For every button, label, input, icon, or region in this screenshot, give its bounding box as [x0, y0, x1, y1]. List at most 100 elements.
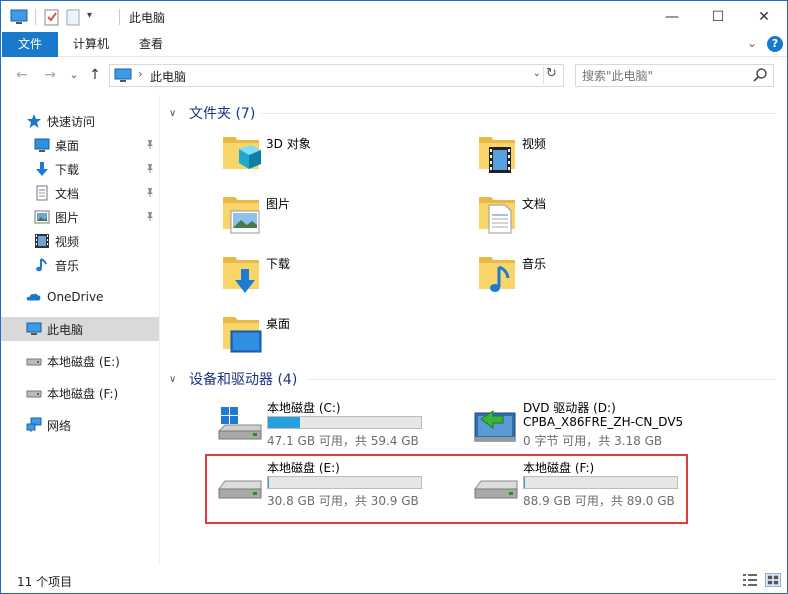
document-icon — [34, 185, 50, 201]
ribbon-collapse-icon[interactable]: ⌄ — [747, 36, 757, 52]
search-icon[interactable] — [752, 67, 768, 83]
search-input[interactable] — [582, 67, 742, 84]
folder-label: 3D 对象 — [266, 137, 311, 151]
folder-label: 图片 — [266, 197, 291, 211]
sidebar-item-pictures[interactable]: 图片 — [1, 205, 159, 229]
sidebar-item-label: 下载 — [55, 162, 80, 177]
details-view-icon[interactable] — [742, 573, 758, 587]
music-icon — [34, 257, 50, 273]
folder-downloads[interactable]: 下载 — [219, 251, 459, 303]
drive-volume-label: CPBA_X86FRE_ZH-CN_DV5 — [523, 415, 684, 429]
help-icon[interactable]: ? — [767, 36, 783, 52]
folder-desktop[interactable]: 桌面 — [219, 311, 459, 363]
maximize-button[interactable]: ☐ — [695, 1, 741, 32]
address-dropdown-icon[interactable]: ⌄ — [533, 68, 541, 79]
breadcrumb-this-pc[interactable]: 此电脑 — [150, 68, 186, 85]
navigation-bar: ← → ⌄ ↑ › 此电脑 ⌄ ↻ — [1, 57, 787, 95]
window-title: 此电脑 — [129, 11, 166, 25]
drive-usage-bar — [267, 416, 422, 429]
drive-name: 本地磁盘 (C:) — [267, 401, 341, 415]
drive-name: DVD 驱动器 (D:) — [523, 401, 616, 415]
new-folder-icon[interactable] — [66, 8, 80, 26]
drive-c[interactable]: 本地磁盘 (C:) 47.1 GB 可用，共 59.4 GB — [217, 399, 467, 453]
drive-usage-fill — [268, 417, 300, 428]
sidebar-item-music[interactable]: 音乐 — [1, 253, 159, 277]
computer-icon — [114, 68, 132, 82]
3d-objects-icon — [223, 137, 261, 169]
drive-icon — [26, 385, 42, 401]
sidebar-item-label: 网络 — [47, 418, 72, 433]
drive-space-text: 47.1 GB 可用，共 59.4 GB — [267, 434, 419, 448]
chevron-down-icon[interactable]: ∨ — [169, 374, 183, 385]
pin-icon[interactable] — [145, 139, 155, 152]
desktop-folder-icon — [223, 317, 262, 353]
folder-label: 桌面 — [266, 317, 291, 331]
documents-folder-icon — [479, 197, 515, 234]
cloud-icon — [26, 289, 42, 305]
folders-group-header[interactable]: ∨ 文件夹 (7) — [169, 103, 255, 123]
properties-icon[interactable] — [44, 8, 60, 26]
desktop-icon — [34, 137, 50, 153]
drives-group-header[interactable]: ∨ 设备和驱动器 (4) — [169, 369, 297, 389]
sidebar-item-label: 文档 — [55, 186, 80, 201]
tab-computer[interactable]: 计算机 — [61, 32, 121, 57]
search-box[interactable] — [575, 64, 774, 87]
folder-label: 文档 — [522, 197, 547, 211]
group-divider — [307, 379, 776, 380]
folder-music[interactable]: 音乐 — [475, 251, 715, 303]
folder-documents[interactable]: 文档 — [475, 191, 715, 243]
close-button[interactable]: ✕ — [741, 1, 787, 32]
quick-access-dropdown-icon[interactable]: ▾ — [87, 10, 92, 28]
tiles-view-icon[interactable] — [765, 573, 781, 587]
folder-3d-objects[interactable]: 3D 对象 — [219, 131, 459, 183]
pictures-folder-icon — [223, 197, 260, 234]
sidebar-item-label: 图片 — [55, 210, 80, 225]
dvd-drive-icon — [474, 410, 516, 442]
group-title: 设备和驱动器 (4) — [189, 372, 298, 388]
tab-file[interactable]: 文件 — [2, 32, 58, 57]
sidebar-item-desktop[interactable]: 桌面 — [1, 133, 159, 157]
status-bar: 11 个项目 — [1, 567, 787, 593]
pin-icon[interactable] — [145, 211, 155, 224]
quick-access-separator — [35, 9, 36, 25]
network-icon — [26, 417, 42, 433]
sidebar-item-network[interactable]: 网络 — [1, 413, 159, 437]
sidebar-item-label: 本地磁盘 (E:) — [47, 354, 120, 369]
computer-icon — [26, 321, 42, 337]
pin-icon[interactable] — [145, 163, 155, 176]
sidebar-item-drive-e[interactable]: 本地磁盘 (E:) — [1, 349, 159, 373]
sidebar-item-label: 音乐 — [55, 258, 80, 273]
explorer-window: ▾ 此电脑 — ☐ ✕ 文件 计算机 查看 ⌄ ? ← → ⌄ ↑ › 此电脑 … — [0, 0, 788, 594]
refresh-button[interactable]: ↻ — [543, 66, 559, 84]
address-bar[interactable]: › 此电脑 ⌄ ↻ — [109, 64, 564, 87]
chevron-down-icon[interactable]: ∨ — [169, 108, 183, 119]
downloads-folder-icon — [223, 257, 259, 293]
title-bar: ▾ 此电脑 — ☐ ✕ — [1, 1, 787, 32]
drive-d[interactable]: DVD 驱动器 (D:) CPBA_X86FRE_ZH-CN_DV5 0 字节 … — [473, 399, 723, 453]
forward-button[interactable]: → — [41, 66, 59, 84]
group-title: 文件夹 (7) — [189, 106, 256, 122]
recent-locations-button[interactable]: ⌄ — [65, 66, 83, 84]
up-button[interactable]: ↑ — [86, 66, 104, 84]
tab-view[interactable]: 查看 — [127, 32, 175, 57]
sidebar-item-quick-access[interactable]: 快速访问 — [1, 109, 159, 133]
folder-label: 视频 — [522, 137, 547, 151]
minimize-button[interactable]: — — [649, 1, 695, 32]
sidebar-item-onedrive[interactable]: OneDrive — [1, 285, 159, 309]
sidebar-item-this-pc[interactable]: 此电脑 — [1, 317, 159, 341]
folder-pictures[interactable]: 图片 — [219, 191, 459, 243]
group-divider — [261, 113, 776, 114]
sidebar-item-drive-f[interactable]: 本地磁盘 (F:) — [1, 381, 159, 405]
sidebar-item-videos[interactable]: 视频 — [1, 229, 159, 253]
folder-videos[interactable]: 视频 — [475, 131, 715, 183]
sidebar-item-documents[interactable]: 文档 — [1, 181, 159, 205]
sidebar-item-label: 此电脑 — [47, 322, 84, 337]
pin-icon[interactable] — [145, 187, 155, 200]
star-icon — [26, 113, 42, 129]
folder-label: 音乐 — [522, 257, 547, 271]
sidebar-item-label: 本地磁盘 (F:) — [47, 386, 119, 401]
drive-icon — [26, 353, 42, 369]
windows-drive-icon — [218, 407, 262, 440]
back-button[interactable]: ← — [13, 66, 31, 84]
sidebar-item-downloads[interactable]: 下载 — [1, 157, 159, 181]
